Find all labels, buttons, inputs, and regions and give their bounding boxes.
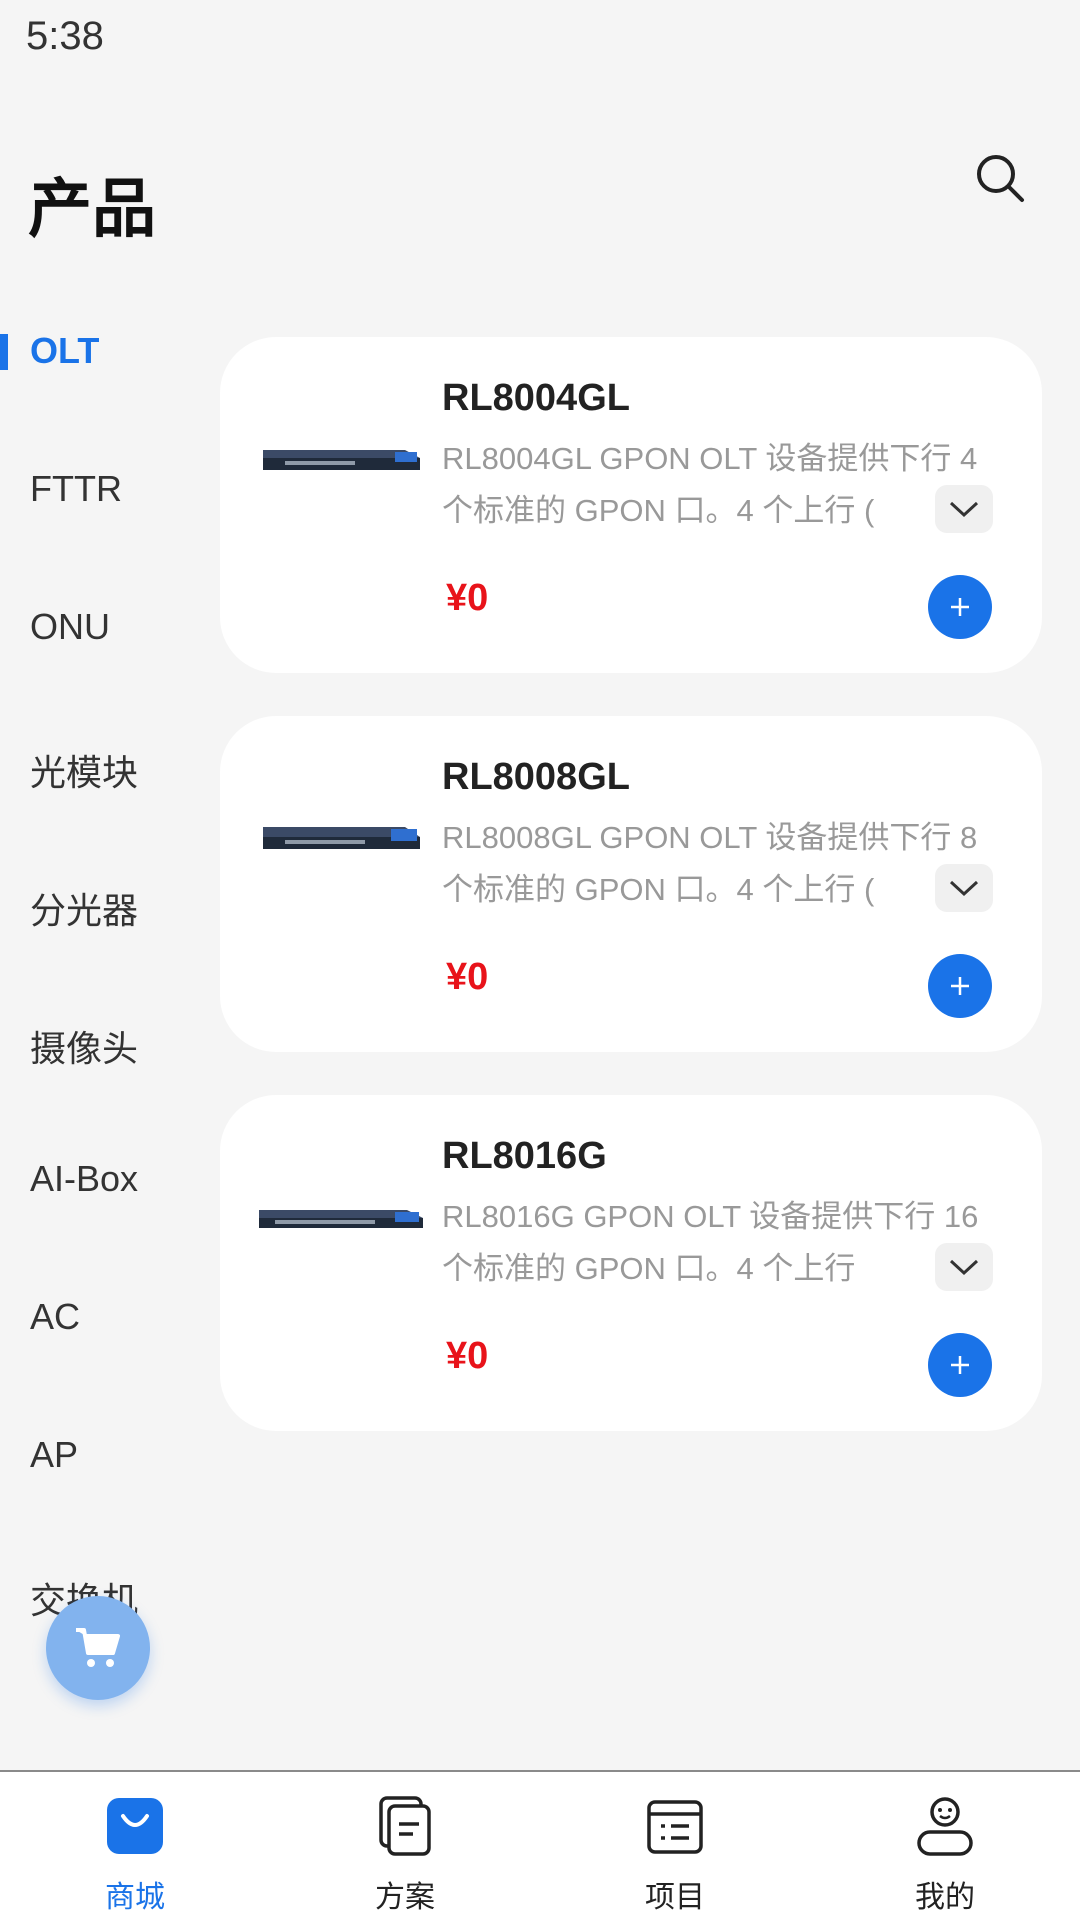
category-sidebar: OLT FTTR ONU 光模块 分光器 摄像头 AI-Box AC AP 交换…	[0, 330, 210, 1710]
product-price: ¥0	[446, 577, 489, 619]
plus-icon	[951, 977, 969, 995]
product-card[interactable]: RL8016G RL8016G GPON OLT 设备提供下行 16 个标准的 …	[220, 1095, 1042, 1431]
product-name: RL8004GL	[442, 377, 630, 419]
document-icon	[379, 1796, 431, 1856]
search-icon	[977, 155, 1024, 202]
add-to-cart-button[interactable]	[928, 954, 992, 1018]
shopping-bag-icon	[107, 1798, 163, 1854]
nav-label: 项目	[645, 1880, 705, 1915]
category-label: 摄像头	[30, 1028, 139, 1069]
page-title: 产品	[28, 173, 156, 247]
search-button[interactable]	[972, 150, 1028, 206]
product-name: RL8008GL	[442, 756, 630, 798]
category-label: AI-Box	[30, 1158, 139, 1199]
category-item-fttr[interactable]: FTTR	[0, 468, 210, 606]
product-name: RL8016G	[442, 1135, 607, 1177]
nav-tab-mall[interactable]: 商城	[0, 1772, 270, 1920]
product-list: RL8004GL RL8004GL GPON OLT 设备提供下行 4 个标准的…	[220, 337, 1042, 1474]
cart-icon	[76, 1628, 120, 1667]
category-item-ac[interactable]: AC	[0, 1296, 210, 1434]
category-item-camera[interactable]: 摄像头	[0, 1020, 210, 1158]
nav-tab-solution[interactable]: 方案	[270, 1772, 540, 1920]
product-price: ¥0	[446, 1335, 489, 1377]
expand-description-button[interactable]	[935, 485, 993, 533]
nav-label: 方案	[375, 1880, 435, 1915]
product-card[interactable]: RL8008GL RL8008GL GPON OLT 设备提供下行 8 个标准的…	[220, 716, 1042, 1052]
product-card[interactable]: RL8004GL RL8004GL GPON OLT 设备提供下行 4 个标准的…	[220, 337, 1042, 673]
plus-icon	[951, 598, 969, 616]
active-indicator	[0, 334, 8, 370]
chevron-down-icon	[949, 501, 979, 518]
category-label: OLT	[30, 330, 100, 371]
category-label: 分光器	[30, 890, 139, 931]
list-icon	[647, 1800, 703, 1854]
category-item-ap[interactable]: AP	[0, 1434, 210, 1572]
category-label: 光模块	[30, 752, 139, 793]
product-price: ¥0	[446, 956, 489, 998]
category-label: FTTR	[30, 468, 122, 509]
chevron-down-icon	[949, 880, 979, 897]
add-to-cart-button[interactable]	[928, 575, 992, 639]
status-time: 5:38	[26, 14, 104, 58]
bottom-navigation: 商城 方案 项目 我的	[0, 1770, 1080, 1920]
product-image	[263, 450, 420, 470]
category-label: AC	[30, 1296, 81, 1337]
category-item-olt[interactable]: OLT	[0, 330, 210, 468]
category-item-splitter[interactable]: 分光器	[0, 882, 210, 1020]
product-description: RL8016G GPON OLT 设备提供下行 16 个标准的 GPON 口。4…	[442, 1199, 979, 1286]
chevron-down-icon	[949, 1259, 979, 1276]
product-description: RL8008GL GPON OLT 设备提供下行 8 个标准的 GPON 口。4…	[442, 820, 978, 907]
category-label: ONU	[30, 606, 110, 647]
product-description: RL8004GL GPON OLT 设备提供下行 4 个标准的 GPON 口。4…	[442, 441, 978, 528]
nav-label: 商城	[105, 1880, 165, 1915]
nav-tab-project[interactable]: 项目	[540, 1772, 810, 1920]
product-image	[263, 827, 420, 849]
category-item-onu[interactable]: ONU	[0, 606, 210, 744]
cart-button[interactable]	[46, 1596, 150, 1700]
category-item-ai-box[interactable]: AI-Box	[0, 1158, 210, 1296]
category-label: AP	[30, 1434, 79, 1475]
expand-description-button[interactable]	[935, 1243, 993, 1291]
expand-description-button[interactable]	[935, 864, 993, 912]
user-icon	[917, 1797, 973, 1856]
nav-label: 我的	[915, 1880, 975, 1915]
product-image	[259, 1210, 423, 1228]
category-item-optical-module[interactable]: 光模块	[0, 744, 210, 882]
nav-tab-mine[interactable]: 我的	[810, 1772, 1080, 1920]
plus-icon	[951, 1356, 969, 1374]
add-to-cart-button[interactable]	[928, 1333, 992, 1397]
